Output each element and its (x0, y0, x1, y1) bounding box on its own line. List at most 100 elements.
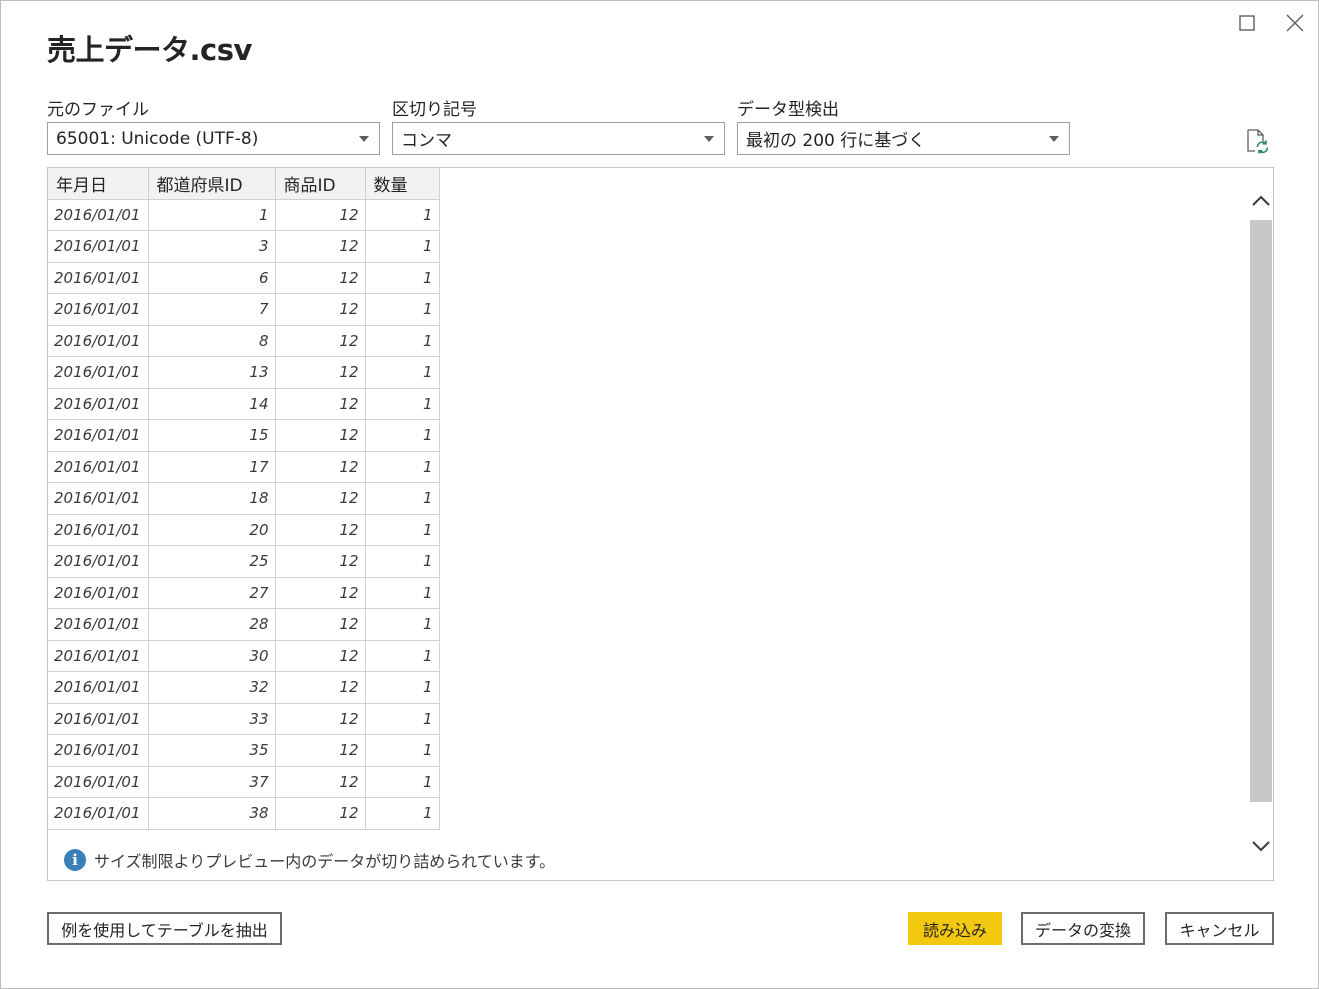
table-cell[interactable]: 12 (274, 734, 366, 767)
table-cell[interactable]: 1 (364, 419, 440, 452)
table-cell[interactable]: 2016/01/01 (48, 293, 149, 326)
table-cell[interactable]: 1 (364, 324, 440, 357)
transform-data-button[interactable]: データの変換 (1021, 912, 1145, 945)
table-cell[interactable]: 35 (147, 734, 276, 767)
type-detection-select[interactable]: 最初の 200 行に基づく (737, 122, 1070, 155)
table-cell[interactable]: 1 (364, 198, 440, 231)
table-cell[interactable]: 20 (147, 513, 276, 546)
table-row: 2016/01/01 14 12 1 (48, 387, 440, 420)
table-cell[interactable]: 33 (147, 702, 276, 735)
scrollbar-thumb[interactable] (1250, 220, 1272, 802)
extract-table-button[interactable]: 例を使用してテーブルを抽出 (47, 912, 282, 945)
table-cell[interactable]: 12 (274, 293, 366, 326)
table-cell[interactable]: 17 (147, 450, 276, 483)
table-cell[interactable]: 2016/01/01 (48, 608, 149, 641)
table-cell[interactable]: 12 (274, 513, 366, 546)
column-header[interactable]: 商品ID (274, 168, 366, 200)
table-cell[interactable]: 12 (274, 198, 366, 231)
table-cell[interactable]: 12 (274, 765, 366, 798)
table-cell[interactable]: 6 (147, 261, 276, 294)
file-origin-select[interactable]: 65001: Unicode (UTF-8) (47, 122, 380, 155)
cancel-button[interactable]: キャンセル (1165, 912, 1274, 945)
column-header[interactable]: 数量 (364, 168, 440, 200)
table-cell[interactable]: 12 (274, 671, 366, 704)
table-cell[interactable]: 12 (274, 797, 366, 830)
table-cell[interactable]: 1 (364, 387, 440, 420)
table-cell[interactable]: 14 (147, 387, 276, 420)
table-cell[interactable]: 1 (364, 608, 440, 641)
table-cell[interactable]: 13 (147, 356, 276, 389)
table-cell[interactable]: 1 (364, 797, 440, 830)
load-button[interactable]: 読み込み (908, 912, 1002, 945)
table-cell[interactable]: 12 (274, 639, 366, 672)
table-cell[interactable]: 1 (364, 356, 440, 389)
maximize-icon[interactable] (1232, 9, 1262, 37)
table-cell[interactable]: 38 (147, 797, 276, 830)
table-cell[interactable]: 12 (274, 324, 366, 357)
table-cell[interactable]: 2016/01/01 (48, 734, 149, 767)
table-cell[interactable]: 1 (364, 734, 440, 767)
table-cell[interactable]: 27 (147, 576, 276, 609)
table-cell[interactable]: 1 (364, 576, 440, 609)
table-cell[interactable]: 1 (147, 198, 276, 231)
table-cell[interactable]: 2016/01/01 (48, 482, 149, 515)
table-cell[interactable]: 18 (147, 482, 276, 515)
table-cell[interactable]: 3 (147, 230, 276, 263)
table-cell[interactable]: 12 (274, 576, 366, 609)
table-cell[interactable]: 2016/01/01 (48, 450, 149, 483)
table-cell[interactable]: 2016/01/01 (48, 797, 149, 830)
table-cell[interactable]: 8 (147, 324, 276, 357)
table-cell[interactable]: 12 (274, 608, 366, 641)
table-cell[interactable]: 1 (364, 671, 440, 704)
table-cell[interactable]: 28 (147, 608, 276, 641)
table-cell[interactable]: 2016/01/01 (48, 324, 149, 357)
table-cell[interactable]: 30 (147, 639, 276, 672)
table-cell[interactable]: 1 (364, 230, 440, 263)
table-cell[interactable]: 1 (364, 261, 440, 294)
table-cell[interactable]: 2016/01/01 (48, 671, 149, 704)
table-cell[interactable]: 1 (364, 450, 440, 483)
chevron-down-icon[interactable] (1249, 834, 1273, 858)
table-cell[interactable]: 12 (274, 419, 366, 452)
table-cell[interactable]: 15 (147, 419, 276, 452)
table-cell[interactable]: 12 (274, 545, 366, 578)
table-row: 2016/01/01 30 12 1 (48, 639, 440, 672)
table-cell[interactable]: 2016/01/01 (48, 576, 149, 609)
table-cell[interactable]: 2016/01/01 (48, 387, 149, 420)
table-cell[interactable]: 12 (274, 356, 366, 389)
close-icon[interactable] (1280, 9, 1310, 37)
column-header[interactable]: 年月日 (48, 168, 149, 200)
table-cell[interactable]: 1 (364, 765, 440, 798)
table-cell[interactable]: 32 (147, 671, 276, 704)
table-cell[interactable]: 2016/01/01 (48, 261, 149, 294)
table-cell[interactable]: 1 (364, 702, 440, 735)
table-cell[interactable]: 12 (274, 702, 366, 735)
table-cell[interactable]: 2016/01/01 (48, 702, 149, 735)
table-cell[interactable]: 1 (364, 545, 440, 578)
vertical-scrollbar[interactable] (1249, 168, 1273, 880)
table-cell[interactable]: 2016/01/01 (48, 198, 149, 231)
table-cell[interactable]: 12 (274, 450, 366, 483)
refresh-file-icon[interactable] (1244, 128, 1270, 154)
table-cell[interactable]: 2016/01/01 (48, 513, 149, 546)
table-cell[interactable]: 37 (147, 765, 276, 798)
table-cell[interactable]: 25 (147, 545, 276, 578)
table-cell[interactable]: 1 (364, 639, 440, 672)
table-cell[interactable]: 2016/01/01 (48, 419, 149, 452)
table-cell[interactable]: 2016/01/01 (48, 545, 149, 578)
table-cell[interactable]: 12 (274, 482, 366, 515)
table-cell[interactable]: 1 (364, 482, 440, 515)
table-cell[interactable]: 2016/01/01 (48, 356, 149, 389)
table-cell[interactable]: 12 (274, 230, 366, 263)
chevron-up-icon[interactable] (1249, 189, 1273, 213)
table-cell[interactable]: 12 (274, 261, 366, 294)
table-cell[interactable]: 12 (274, 387, 366, 420)
table-cell[interactable]: 2016/01/01 (48, 230, 149, 263)
table-cell[interactable]: 7 (147, 293, 276, 326)
table-cell[interactable]: 1 (364, 513, 440, 546)
column-header[interactable]: 都道府県ID (147, 168, 276, 200)
table-cell[interactable]: 1 (364, 293, 440, 326)
table-cell[interactable]: 2016/01/01 (48, 639, 149, 672)
delimiter-select[interactable]: コンマ (392, 122, 725, 155)
table-cell[interactable]: 2016/01/01 (48, 765, 149, 798)
